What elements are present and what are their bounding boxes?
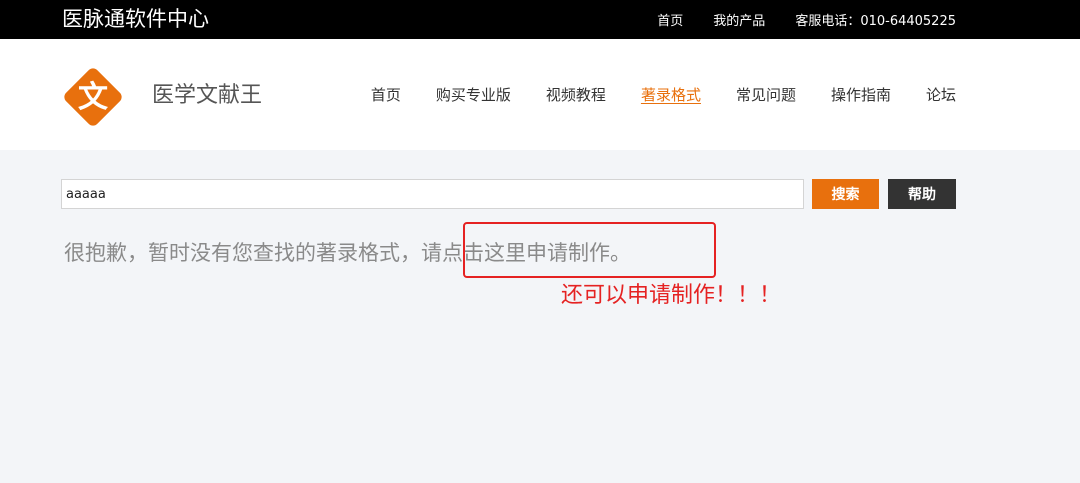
nav-citation-formats[interactable]: 著录格式 bbox=[641, 85, 701, 105]
top-link-my-products[interactable]: 我的产品 bbox=[713, 10, 765, 29]
nav-home[interactable]: 首页 bbox=[371, 85, 401, 105]
logo-glyph: 文 bbox=[78, 80, 108, 115]
site-logo-icon[interactable]: 文 bbox=[61, 65, 125, 129]
annotation-text: 还可以申请制作！！！ bbox=[561, 283, 782, 308]
top-link-home[interactable]: 首页 bbox=[657, 10, 683, 29]
nav-video-tutorials[interactable]: 视频教程 bbox=[546, 85, 606, 105]
nav-buy-pro[interactable]: 购买专业版 bbox=[436, 85, 511, 105]
highlight-box bbox=[463, 222, 716, 278]
nav-faq[interactable]: 常见问题 bbox=[736, 85, 796, 105]
top-bar: 医脉通软件中心 首页 我的产品 客服电话：010-64405225 bbox=[0, 0, 1080, 39]
nav-user-guide[interactable]: 操作指南 bbox=[831, 85, 891, 105]
no-result-text: 很抱歉，暂时没有您查找的著录格式， bbox=[64, 241, 421, 265]
search-button[interactable]: 搜索 bbox=[812, 179, 879, 209]
site-name[interactable]: 医学文献王 bbox=[152, 81, 262, 111]
main-nav: 首页 购买专业版 视频教程 著录格式 常见问题 操作指南 论坛 bbox=[371, 85, 956, 105]
top-links: 首页 我的产品 客服电话：010-64405225 bbox=[657, 0, 956, 39]
brand-title[interactable]: 医脉通软件中心 bbox=[62, 5, 209, 33]
search-input[interactable] bbox=[61, 179, 804, 209]
nav-forum[interactable]: 论坛 bbox=[926, 85, 956, 105]
help-button[interactable]: 帮助 bbox=[888, 179, 956, 209]
site-header: 文 医学文献王 首页 购买专业版 视频教程 著录格式 常见问题 操作指南 论坛 bbox=[0, 39, 1080, 150]
top-link-support-phone: 客服电话：010-64405225 bbox=[795, 14, 956, 29]
